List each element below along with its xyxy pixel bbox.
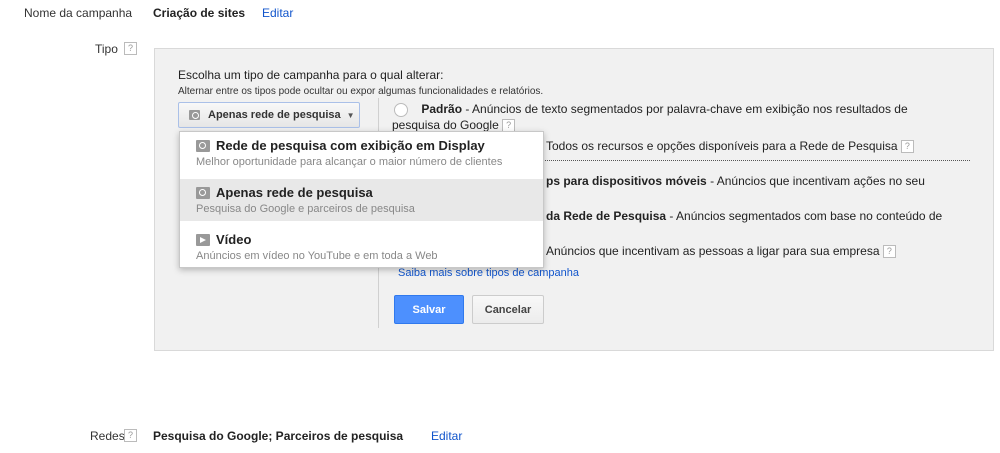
option-standard-desc2: pesquisa do Google [392,118,499,132]
networks-help-icon[interactable]: ? [124,429,137,442]
option-all-features-desc: Todos os recursos e opções disponíveis p… [546,139,898,153]
campaign-type-menu: Rede de pesquisa com exibição em Display… [179,131,544,268]
option-call-only[interactable]: Anúncios que incentivam as pessoas a lig… [546,244,896,259]
option-mobile-apps[interactable]: ps para dispositivos móveis - Anúncios q… [546,174,925,189]
search-icon [196,186,210,199]
menu-item-title: Apenas rede de pesquisa [216,185,373,200]
campaign-name-value: Criação de sites [153,6,246,20]
search-icon [189,110,200,120]
menu-item-video[interactable]: Vídeo Anúncios em vídeo no YouTube e em … [180,226,543,268]
radio-standard[interactable] [394,102,408,117]
option-mobile-apps-title: ps para dispositivos móveis [546,174,707,188]
chevron-down-icon: ▼ [346,110,355,120]
option-search-network-desc: - Anúncios segmentados com base no conte… [666,209,943,223]
type-help-icon[interactable]: ? [124,42,137,55]
menu-item-search-display[interactable]: Rede de pesquisa com exibição em Display… [180,132,543,174]
campaign-edit-link[interactable]: Editar [262,6,293,20]
learn-more-link[interactable]: Saiba mais sobre tipos de campanha [398,267,579,279]
option-standard-desc: - Anúncios de texto segmentados por pala… [462,102,908,116]
save-button[interactable]: Salvar [394,295,464,324]
dropdown-label: Apenas rede de pesquisa [208,109,341,121]
search-display-icon [196,139,210,152]
panel-heading: Escolha um tipo de campanha para o qual … [178,68,444,82]
option-standard[interactable]: Padrão - Anúncios de texto segmentados p… [394,102,974,117]
menu-item-search-only[interactable]: Apenas rede de pesquisa Pesquisa do Goog… [180,179,543,221]
campaign-name-label: Nome da campanha [24,6,133,20]
menu-item-title: Rede de pesquisa com exibição em Display [216,138,485,153]
options-separator [540,160,970,161]
video-icon [196,233,210,246]
option-call-only-help-icon[interactable]: ? [882,245,896,259]
type-label: Tipo [95,42,118,56]
networks-label: Redes [90,429,125,443]
option-mobile-apps-desc: - Anúncios que incentivam ações no seu [706,174,925,188]
campaign-type-dropdown[interactable]: Apenas rede de pesquisa ▼ [178,102,360,128]
networks-value: Pesquisa do Google; Parceiros de pesquis… [153,429,404,443]
option-all-features[interactable]: Todos os recursos e opções disponíveis p… [546,139,914,154]
cancel-button[interactable]: Cancelar [472,295,544,324]
menu-item-title: Vídeo [216,232,252,247]
option-standard-title: Padrão [421,102,463,116]
menu-item-desc: Melhor oportunidade para alcançar o maio… [196,156,503,168]
option-search-network[interactable]: da Rede de Pesquisa - Anúncios segmentad… [546,209,942,224]
panel-subheading: Alternar entre os tipos pode ocultar ou … [178,86,544,97]
option-search-network-title: da Rede de Pesquisa [546,209,667,223]
option-all-features-help-icon[interactable]: ? [900,140,914,154]
menu-item-desc: Anúncios em vídeo no YouTube e em toda a… [196,250,438,262]
networks-edit-link[interactable]: Editar [431,429,462,443]
menu-item-desc: Pesquisa do Google e parceiros de pesqui… [196,203,415,215]
option-call-only-desc: Anúncios que incentivam as pessoas a lig… [546,244,880,258]
